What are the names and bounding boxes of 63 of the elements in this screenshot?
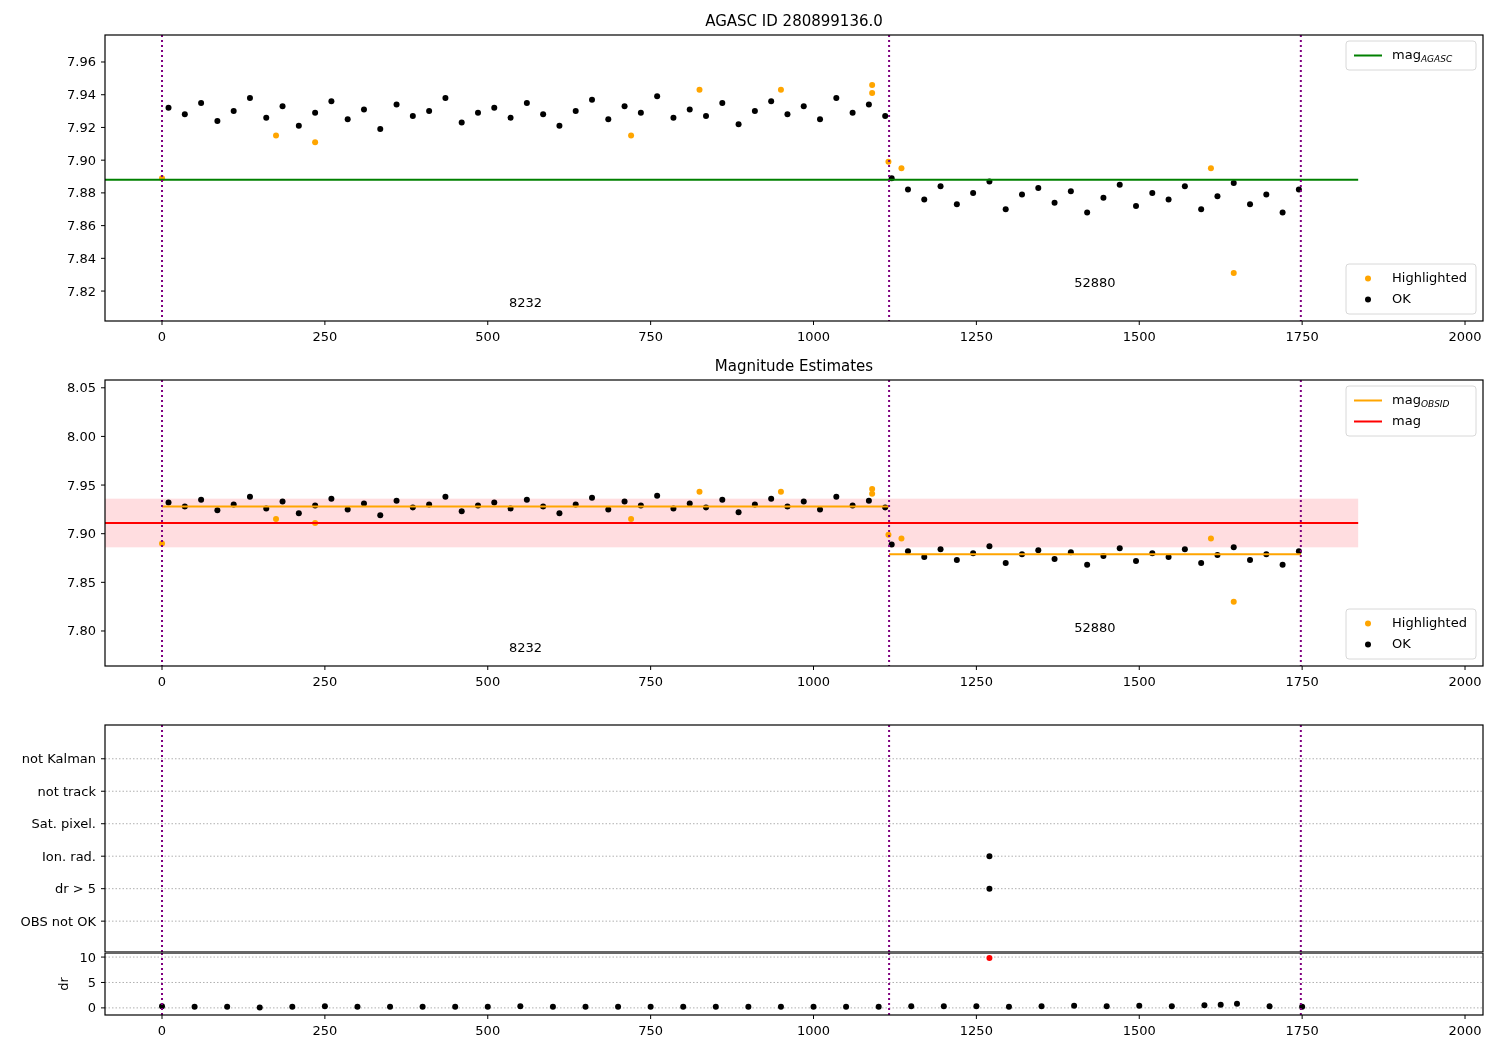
tick-label: 750 [638,1023,664,1038]
tick-label: 500 [475,674,501,689]
tick-label: 7.82 [67,283,96,299]
tick-label: 7.88 [67,185,96,201]
tick-label: 500 [475,1023,501,1038]
tick-label: 500 [475,329,501,344]
tick-label: 7.84 [67,250,96,266]
annotation-label: 8232 [509,640,543,655]
tick-label: 7.96 [67,54,96,70]
axis-label: dr [56,977,71,991]
tick-label: 2000 [1448,674,1482,689]
tick-label: 250 [312,329,338,344]
tick-label: 1000 [796,674,831,689]
legend-label: mag$_{OBSID}$ [1392,391,1451,411]
tick-label: 2000 [1448,1023,1482,1038]
tick-label: 1750 [1285,1023,1319,1038]
tick-label: 0 [157,674,167,689]
tick-label: 0 [157,329,167,344]
tick-label: 7.95 [67,477,96,493]
legend-label: OK [1392,635,1412,652]
tick-label: 7.94 [67,87,96,103]
tick-label: 0 [157,1023,167,1038]
tick-label: 7.92 [67,119,96,135]
tick-label: 1750 [1285,674,1319,689]
tick-label: 1750 [1285,329,1319,344]
tick-label: 1250 [959,1023,993,1038]
legend-label: Highlighted [1392,269,1468,286]
tick-label: 7.90 [67,152,96,168]
tick-label: 5 [87,975,96,990]
tick-label: 750 [638,674,664,689]
tick-label: 0 [87,1000,96,1016]
tick-label: 1500 [1122,1023,1156,1038]
chart-title: Magnitude Estimates [714,357,874,375]
tick-label: 8.05 [67,380,96,396]
tick-label: 1000 [796,329,831,344]
tick-label: 7.85 [67,574,96,590]
annotation-label: 52880 [1074,620,1116,635]
annotation-label: 8232 [509,295,543,310]
annotation-label: 52880 [1074,275,1116,290]
tick-label: not track [37,783,96,799]
tick-label: 7.80 [67,623,96,639]
legend-label: mag$_{AGASC}$ [1392,46,1454,66]
chart-title: AGASC ID 280899136.0 [705,12,883,30]
tick-label: 750 [638,329,664,344]
tick-label: 2000 [1448,329,1482,344]
tick-label: Ion. rad. [42,848,96,864]
tick-label: 250 [312,674,338,689]
tick-label: 1000 [796,1023,831,1038]
tick-label: Sat. pixel. [31,816,96,832]
tick-label: 7.90 [67,526,96,542]
tick-label: 1500 [1122,329,1156,344]
legend-label: Highlighted [1392,614,1468,631]
tick-label: 1250 [959,329,993,344]
tick-label: 1250 [959,674,993,689]
tick-label: 8.00 [67,428,96,444]
tick-label: dr > 5 [54,881,96,897]
tick-label: 1500 [1122,674,1156,689]
tick-label: 7.86 [67,218,96,234]
tick-label: 250 [312,1023,338,1038]
legend-label: mag [1392,412,1422,429]
tick-label: OBS not OK [20,913,96,929]
tick-label: not Kalman [21,751,96,767]
legend-label: OK [1392,290,1412,307]
